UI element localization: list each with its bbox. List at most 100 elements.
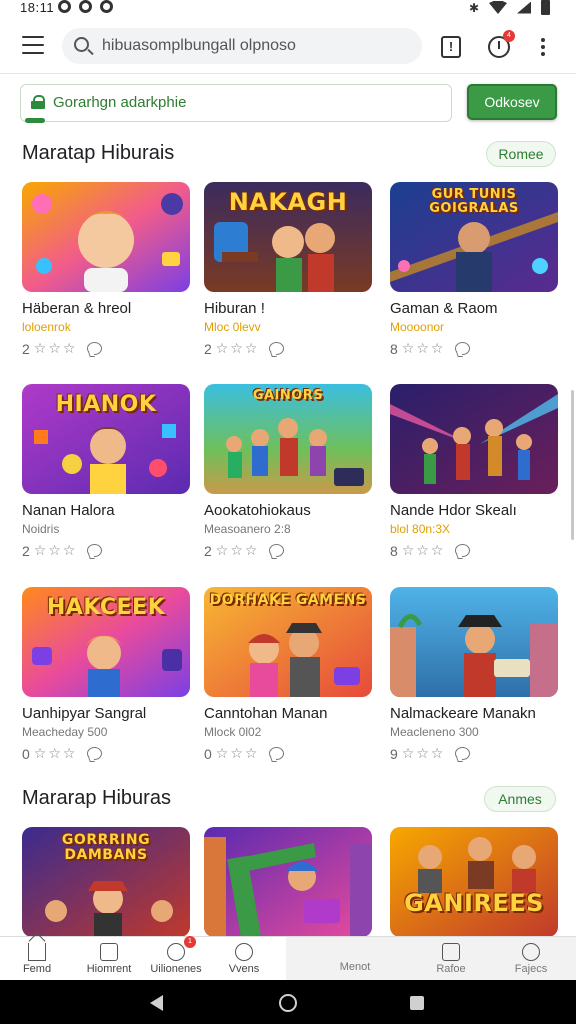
comment-icon[interactable] — [269, 747, 285, 760]
game-card[interactable]: HIANOK Nanan Halora Noidris 2 ☆☆☆ — [22, 384, 190, 559]
game-thumbnail — [22, 182, 190, 292]
game-thumbnail: HIANOK — [22, 384, 190, 494]
game-meta: 9 ☆☆☆ — [390, 745, 558, 762]
recents-square-icon[interactable] — [410, 996, 424, 1010]
nav-item-profile[interactable]: Fajecs — [496, 937, 566, 981]
nav-notification-badge: 1 — [184, 936, 196, 948]
home-circle-icon[interactable] — [279, 994, 297, 1012]
star-rating-icon: ☆☆☆ — [401, 340, 446, 356]
notification-icon — [79, 0, 92, 13]
thumbnail-caption: GUR TUNIS GOIGRALAS — [429, 187, 519, 216]
rating-value: 2 — [204, 542, 212, 559]
game-meta: 8 ☆☆☆ — [390, 340, 558, 357]
nav-item-media[interactable]: Hiomrent — [74, 937, 144, 981]
nav-label: Fajecs — [514, 963, 548, 975]
thumbnail-caption: GORRRING DAMBANS — [61, 832, 151, 863]
top-app-bar: ! 4 — [0, 16, 576, 74]
game-card[interactable]: DORHAKE GAMENS Canntohan Manan Mlock 0l0… — [204, 587, 372, 762]
profile-icon — [522, 943, 540, 961]
nav-item-home[interactable]: Femd — [2, 932, 72, 981]
star-rating-icon: ☆☆☆ — [401, 542, 446, 558]
star-rating-icon: ☆☆☆ — [215, 542, 260, 558]
game-thumbnail — [390, 384, 558, 494]
game-card[interactable]: Nalmackeare Manakn Meacleneno 300 9 ☆☆☆ — [390, 587, 558, 762]
game-title: Nalmackeare Manakn — [390, 705, 536, 722]
section-title: Mararap Hiburas — [22, 787, 171, 809]
nav-item-inbox[interactable]: Rafoe — [416, 937, 486, 981]
clock-icon — [167, 943, 185, 961]
search-bar[interactable] — [62, 28, 422, 64]
home-icon — [28, 932, 46, 961]
game-title: Nanan Halora — [22, 502, 115, 519]
section-more-chip[interactable]: Romee — [486, 141, 556, 167]
hamburger-menu-icon[interactable] — [22, 36, 44, 54]
nav-item-chat[interactable]: Vvens — [209, 937, 279, 981]
comment-icon[interactable] — [87, 544, 103, 557]
nav-item-menu[interactable]: Menot — [320, 937, 390, 981]
star-rating-icon: ☆☆☆ — [215, 340, 260, 356]
report-icon[interactable]: ! — [441, 36, 461, 58]
thumbnail-caption: GAINORS — [252, 388, 324, 403]
nav-label: Femd — [22, 963, 52, 975]
rating-value: 9 — [390, 745, 398, 762]
game-subtitle: Noidris — [22, 522, 60, 536]
nav-label: Uilionenes — [150, 963, 202, 975]
game-title: Nande Hdor Skealı — [390, 502, 517, 519]
game-title: Häberan & hreol — [22, 300, 132, 317]
thumbnail-caption: GANIREES — [404, 889, 544, 917]
game-title: Uanhipyar Sangral — [22, 705, 147, 722]
game-thumbnail: GANIREES — [390, 827, 558, 936]
section-more-chip[interactable]: Anmes — [484, 786, 556, 812]
nav-label: Menot — [339, 961, 371, 973]
comment-icon[interactable] — [455, 342, 471, 355]
scrollbar[interactable] — [571, 390, 574, 540]
bottom-navigation: Femd Hiomrent Uilionenes Vvens Menot Raf… — [0, 932, 576, 981]
status-system-icons: ✱ — [469, 0, 550, 15]
lock-icon — [31, 95, 45, 109]
search-input[interactable] — [102, 28, 412, 64]
security-banner[interactable]: Gorarhgn adarkphie — [20, 84, 452, 123]
comment-icon[interactable] — [87, 342, 103, 355]
rating-value: 0 — [204, 745, 212, 762]
comment-icon[interactable] — [455, 544, 471, 557]
chat-icon — [235, 943, 253, 961]
game-card[interactable]: HAKCEEK Uanhipyar Sangral Meacheday 500 … — [22, 587, 190, 762]
game-card[interactable]: Nande Hdor Skealı blol 80n:3X 8 ☆☆☆ — [390, 384, 558, 559]
star-rating-icon: ☆☆☆ — [401, 745, 446, 761]
game-meta: 0 ☆☆☆ — [22, 745, 190, 762]
game-subtitle: Measoanero 2:8 — [204, 522, 291, 536]
signal-icon — [517, 1, 531, 14]
game-subtitle: Mlock 0l02 — [204, 725, 262, 739]
game-meta: 8 ☆☆☆ — [390, 542, 558, 559]
rating-value: 2 — [204, 340, 212, 357]
media-icon — [100, 943, 118, 961]
game-card[interactable]: GAINORS Aookatohiokaus Measoanero 2:8 2 … — [204, 384, 372, 559]
comment-icon[interactable] — [87, 747, 103, 760]
comment-icon[interactable] — [455, 747, 471, 760]
game-card[interactable]: Häberan & hreol loloenrok 2 ☆☆☆ — [22, 182, 190, 357]
status-bar: 18:11 ✱ — [0, 0, 576, 16]
back-triangle-icon[interactable] — [150, 995, 163, 1011]
banner-action-button[interactable]: Odkosev — [467, 84, 557, 120]
game-meta: 2 ☆☆☆ — [204, 542, 372, 559]
game-card[interactable] — [204, 827, 372, 936]
game-card[interactable]: GUR TUNIS GOIGRALAS Gaman & Raom Moooono… — [390, 182, 558, 357]
rating-value: 8 — [390, 542, 398, 559]
thumbnail-caption: HIANOK — [55, 392, 157, 417]
game-card[interactable]: GANIREES — [390, 827, 558, 936]
game-subtitle: Meacheday 500 — [22, 725, 108, 739]
more-vertical-icon[interactable] — [540, 38, 546, 56]
comment-icon[interactable] — [269, 544, 285, 557]
thumbnail-caption: DORHAKE GAMENS — [209, 592, 367, 608]
notification-icon — [58, 0, 71, 13]
notification-badge: 4 — [503, 30, 515, 42]
rating-value: 2 — [22, 340, 30, 357]
comment-icon[interactable] — [269, 342, 285, 355]
rating-value: 2 — [22, 542, 30, 559]
game-card[interactable]: NAKAGH Hiburan ! Mloc 0levv 2 ☆☆☆ — [204, 182, 372, 357]
status-notification-icons — [58, 0, 113, 13]
nav-item-clock[interactable]: Uilionenes — [141, 937, 211, 981]
game-title: Hiburan ! — [204, 300, 265, 317]
banner-accent — [25, 118, 45, 123]
game-card[interactable]: GORRRING DAMBANS — [22, 827, 190, 936]
